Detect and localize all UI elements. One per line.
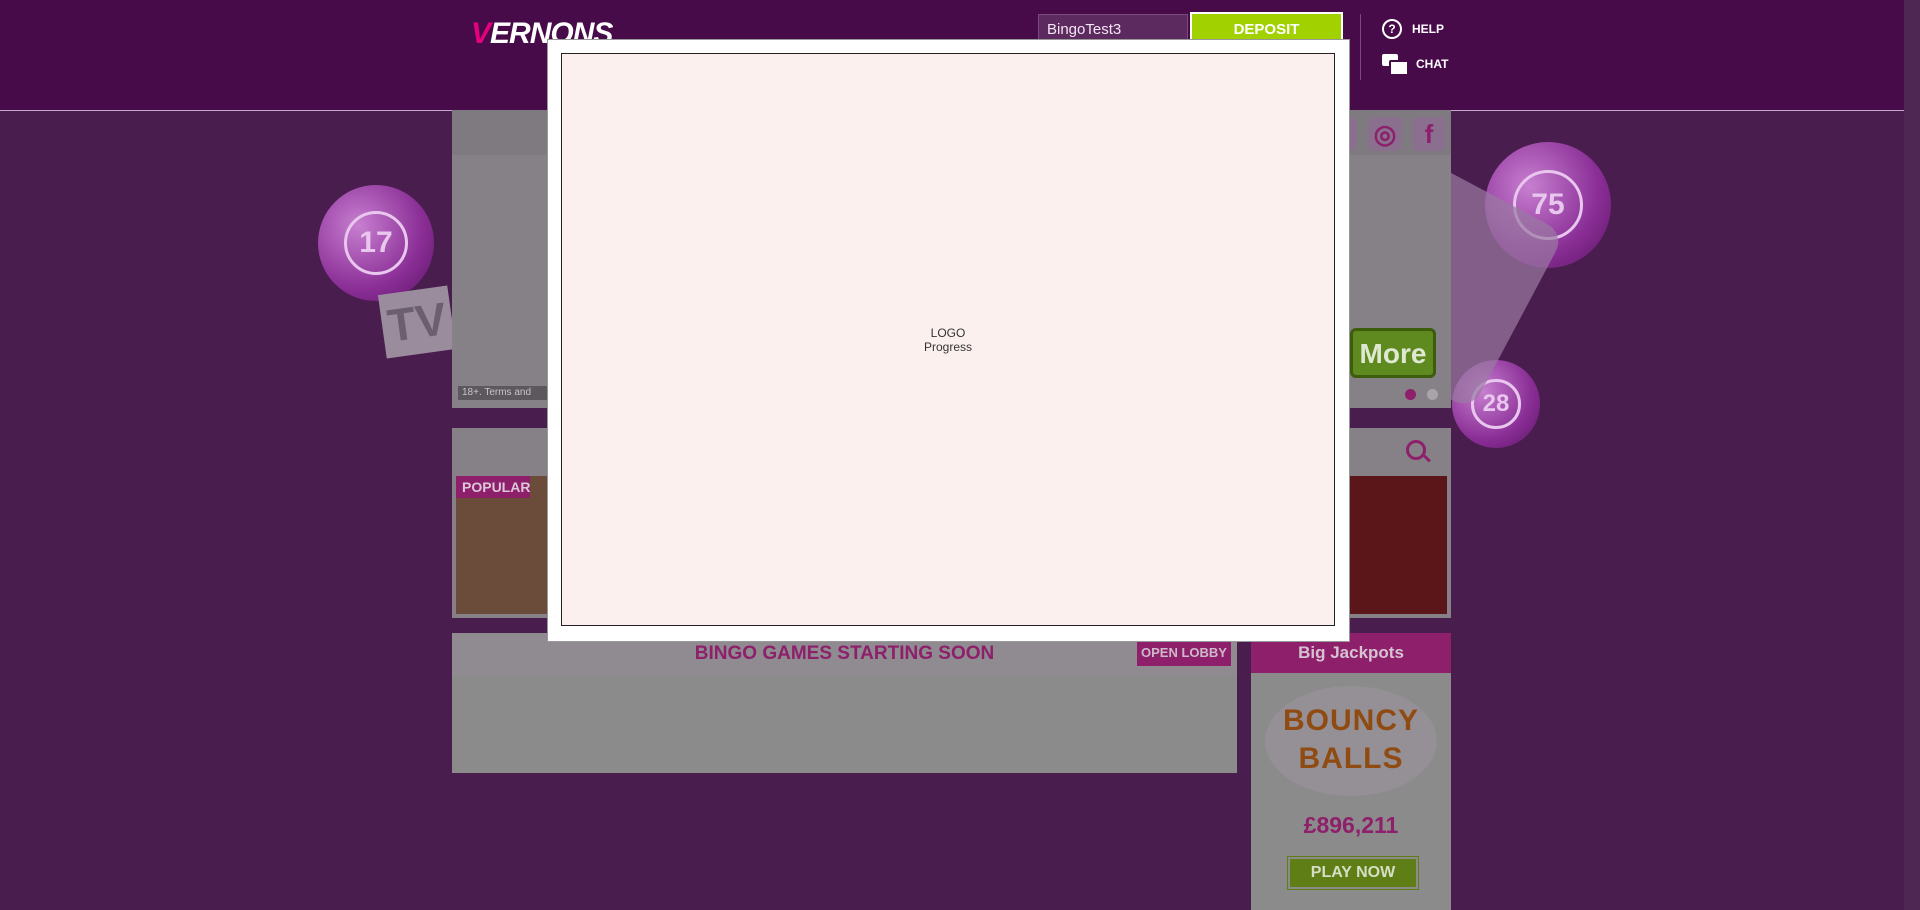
- help-link[interactable]: ? HELP: [1382, 17, 1444, 41]
- instagram-icon[interactable]: ◎: [1368, 117, 1402, 151]
- page-scrollbar[interactable]: [1904, 0, 1920, 910]
- bingo-ball-17: 17: [318, 185, 434, 301]
- popular-badge: POPULAR: [456, 476, 530, 498]
- help-label: HELP: [1412, 22, 1445, 36]
- loading-logo-placeholder: LOGO: [930, 325, 966, 340]
- close-icon[interactable]: ×: [1322, 36, 1340, 54]
- game-tile-da-vinci-diamonds[interactable]: [1342, 476, 1447, 614]
- search-icon[interactable]: [1406, 440, 1426, 460]
- open-lobby-button[interactable]: OPEN LOBBY: [1137, 640, 1231, 666]
- find-out-more-button[interactable]: More: [1350, 328, 1436, 378]
- jackpot-amount: £896,211: [1303, 812, 1399, 838]
- chat-link[interactable]: CHAT: [1382, 52, 1448, 76]
- game-frame[interactable]: LOGO Progress: [561, 53, 1335, 626]
- logo-v: V: [471, 17, 491, 50]
- facebook-icon[interactable]: f: [1412, 117, 1446, 151]
- header-divider: [1360, 14, 1361, 80]
- help-icon: ?: [1382, 19, 1402, 39]
- carousel-dot-active[interactable]: [1405, 389, 1416, 400]
- loading-progress-placeholder: Progress: [923, 339, 973, 354]
- chat-label: CHAT: [1416, 57, 1449, 71]
- ball-number: 17: [343, 210, 409, 276]
- chat-icon: [1382, 54, 1409, 76]
- play-now-button[interactable]: PLAY NOW: [1287, 856, 1419, 890]
- carousel-dot[interactable]: [1427, 389, 1438, 400]
- bouncy-balls-logo[interactable]: BOUNCY BALLS: [1265, 686, 1437, 796]
- as-seen-on-tv-badge: TV: [377, 285, 457, 359]
- terms-text: 18+. Terms and: [458, 386, 552, 400]
